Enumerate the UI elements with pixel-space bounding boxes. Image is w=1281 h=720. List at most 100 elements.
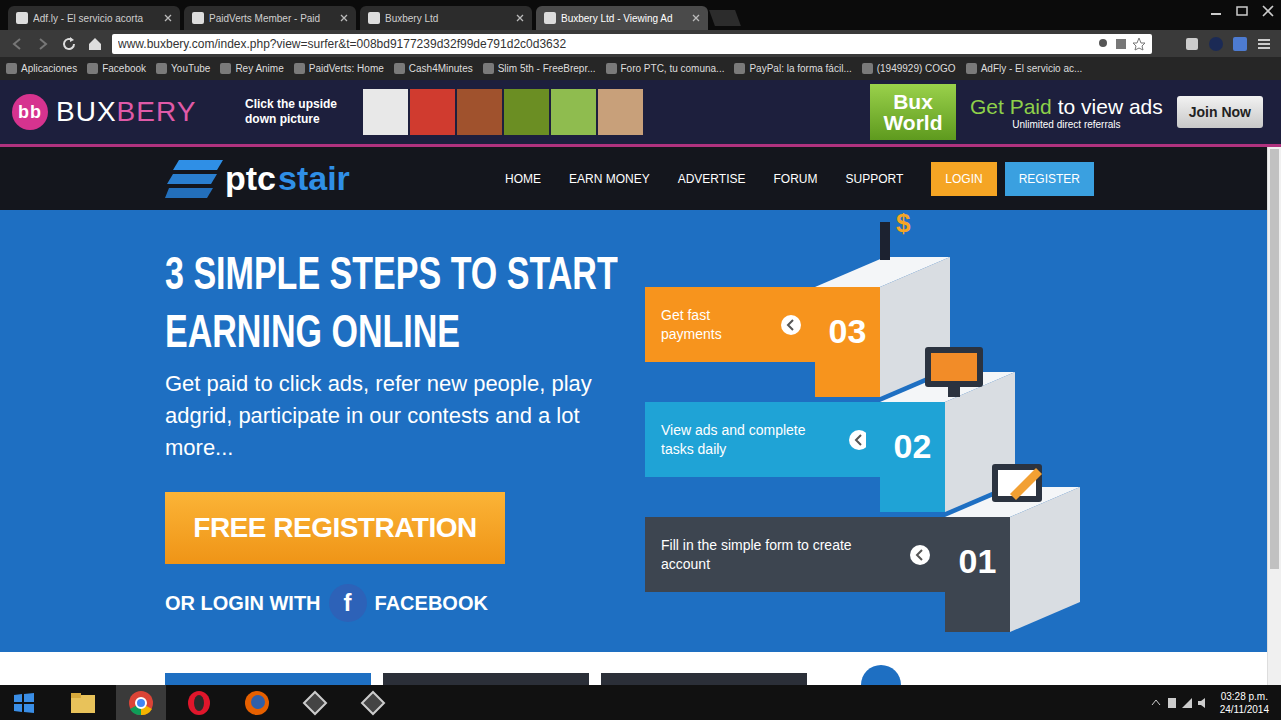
bookmark[interactable]: Slim 5th - FreeBrepr... <box>483 63 596 74</box>
desktop-screen: Adf.ly - El servicio acortaPaidVerts Mem… <box>0 0 1281 720</box>
app-icon <box>360 690 386 716</box>
captcha-picture[interactable] <box>363 89 408 135</box>
favicon-icon <box>544 12 556 24</box>
dollar-sign: $ <box>896 208 910 239</box>
close-icon[interactable] <box>164 14 172 22</box>
toolbar: www.buxbery.com/index.php?view=surfer&t=… <box>0 30 1281 57</box>
extension-icon[interactable] <box>1183 35 1201 53</box>
free-registration-button[interactable]: FREE REGISTRATION <box>165 492 505 564</box>
facebook-icon: f <box>329 584 367 622</box>
bulb-icon[interactable] <box>1096 37 1110 51</box>
menu-icon[interactable] <box>1255 35 1273 53</box>
firefox-app[interactable] <box>232 685 282 720</box>
feature-circle <box>861 665 901 685</box>
bookmark-icon <box>966 63 977 74</box>
translate-icon[interactable] <box>1114 37 1128 51</box>
explorer-app[interactable] <box>58 685 108 720</box>
bookmark-icon <box>6 63 17 74</box>
close-window-icon[interactable] <box>1255 2 1281 20</box>
bookmark[interactable]: AdFly - El servicio ac... <box>966 63 1083 74</box>
stair-cube <box>945 487 1080 632</box>
browser-tab[interactable]: PaidVerts Member - Paid <box>184 6 356 30</box>
feature-tab <box>383 673 589 685</box>
hero-description: Get paid to click ads, refer new people,… <box>165 368 625 464</box>
logo-badge: bb <box>12 94 48 130</box>
bookmark-icon <box>294 63 305 74</box>
nav-item[interactable]: REGISTER <box>1005 162 1094 196</box>
nav-item[interactable]: EARN MONEY <box>569 172 650 186</box>
bookmark[interactable]: YouTube <box>156 63 210 74</box>
content-strip <box>0 652 1267 685</box>
captcha-picture[interactable] <box>457 89 502 135</box>
back-icon[interactable] <box>8 35 26 53</box>
app-app[interactable] <box>290 685 340 720</box>
person-icon <box>880 222 890 260</box>
buxbery-logo[interactable]: bbBUXBERY <box>12 94 237 130</box>
bookmark[interactable]: (1949929) COGO <box>862 63 956 74</box>
bux-world-logo: BuxWorld <box>870 84 956 140</box>
address-field[interactable]: www.buxbery.com/index.php?view=surfer&t=… <box>112 34 1152 54</box>
nav-item[interactable]: HOME <box>505 172 541 186</box>
nav-item[interactable]: ADVERTISE <box>678 172 746 186</box>
captcha-pictures <box>363 89 643 135</box>
reload-icon[interactable] <box>60 35 78 53</box>
bookmark[interactable]: Cash4Minutes <box>394 63 473 74</box>
restore-icon[interactable] <box>1229 2 1255 20</box>
chevron-circle-icon <box>780 314 801 336</box>
windows-start-icon[interactable] <box>12 691 36 715</box>
app-app[interactable] <box>348 685 398 720</box>
browser-tab[interactable]: Buxbery Ltd - Viewing Ad <box>536 6 708 30</box>
step-number: 03 <box>815 312 880 351</box>
favicon-icon <box>192 12 204 24</box>
tray-icons[interactable] <box>1150 695 1210 711</box>
main-menu: HOME EARN MONEY ADVERTISE FORUM SUPPORT LOGIN… <box>505 162 1122 196</box>
bookmark-icon <box>734 63 745 74</box>
close-icon[interactable] <box>340 14 348 22</box>
captcha-picture[interactable] <box>598 89 643 135</box>
forward-icon[interactable] <box>34 35 52 53</box>
facebook-login[interactable]: OR LOGIN WITHfFACEBOOK <box>165 584 635 622</box>
nav-item[interactable]: FORUM <box>774 172 818 186</box>
home-icon[interactable] <box>86 35 104 53</box>
captcha-prompt: Click the upside down picture <box>245 97 355 127</box>
chrome-app[interactable] <box>116 685 166 720</box>
bookmark[interactable]: Rey Anime <box>220 63 283 74</box>
firefox-icon <box>244 690 270 716</box>
minimize-icon[interactable] <box>1203 2 1229 20</box>
browser-tab[interactable]: Buxbery Ltd <box>360 6 532 30</box>
join-now-button[interactable]: Join Now <box>1177 96 1263 128</box>
feature-tab <box>601 673 807 685</box>
ptcstair-page: ptcstairHOME EARN MONEY ADVERTISE FORUM SUPP… <box>0 147 1267 685</box>
step-number: 02 <box>880 427 945 466</box>
new-tab-button[interactable] <box>709 10 741 26</box>
bookmark[interactable]: Facebook <box>87 63 146 74</box>
bookmark[interactable]: Foro PTC, tu comuna... <box>606 63 725 74</box>
bookmark-icon <box>862 63 873 74</box>
browser-tab[interactable]: Adf.ly - El servicio acorta <box>8 6 180 30</box>
star-icon[interactable] <box>1132 37 1146 51</box>
close-icon[interactable] <box>692 14 700 22</box>
captcha-picture[interactable] <box>410 89 455 135</box>
opera-icon <box>186 690 212 716</box>
bookmark[interactable]: PaidVerts: Home <box>294 63 384 74</box>
step-number: 01 <box>945 542 1010 581</box>
bookmark[interactable]: Aplicaciones <box>6 63 77 74</box>
bookmark-icon <box>606 63 617 74</box>
nav-item[interactable]: LOGIN <box>931 162 996 196</box>
opera-app[interactable] <box>174 685 224 720</box>
extension-icon[interactable] <box>1207 35 1225 53</box>
captcha-picture[interactable] <box>504 89 549 135</box>
captcha-picture[interactable] <box>551 89 596 135</box>
bux-world-ad[interactable]: BuxWorld Get Paidto view adsUnlimited dir… <box>870 84 1263 140</box>
extension-icon[interactable] <box>1231 35 1249 53</box>
stair-stripes-icon <box>165 156 223 202</box>
nav-item[interactable]: SUPPORT <box>846 172 904 186</box>
ptcstair-logo[interactable]: ptcstair <box>165 156 505 202</box>
chevron-circle-icon <box>909 544 931 566</box>
app-icon <box>302 690 328 716</box>
bookmark[interactable]: PayPal: la forma fácil... <box>734 63 851 74</box>
clock[interactable]: 03:28 p.m.24/11/2014 <box>1220 690 1269 716</box>
scrollbar[interactable] <box>1267 147 1281 685</box>
ad-text: Get Paidto view adsUnlimited direct refe… <box>970 95 1163 130</box>
close-icon[interactable] <box>516 14 524 22</box>
